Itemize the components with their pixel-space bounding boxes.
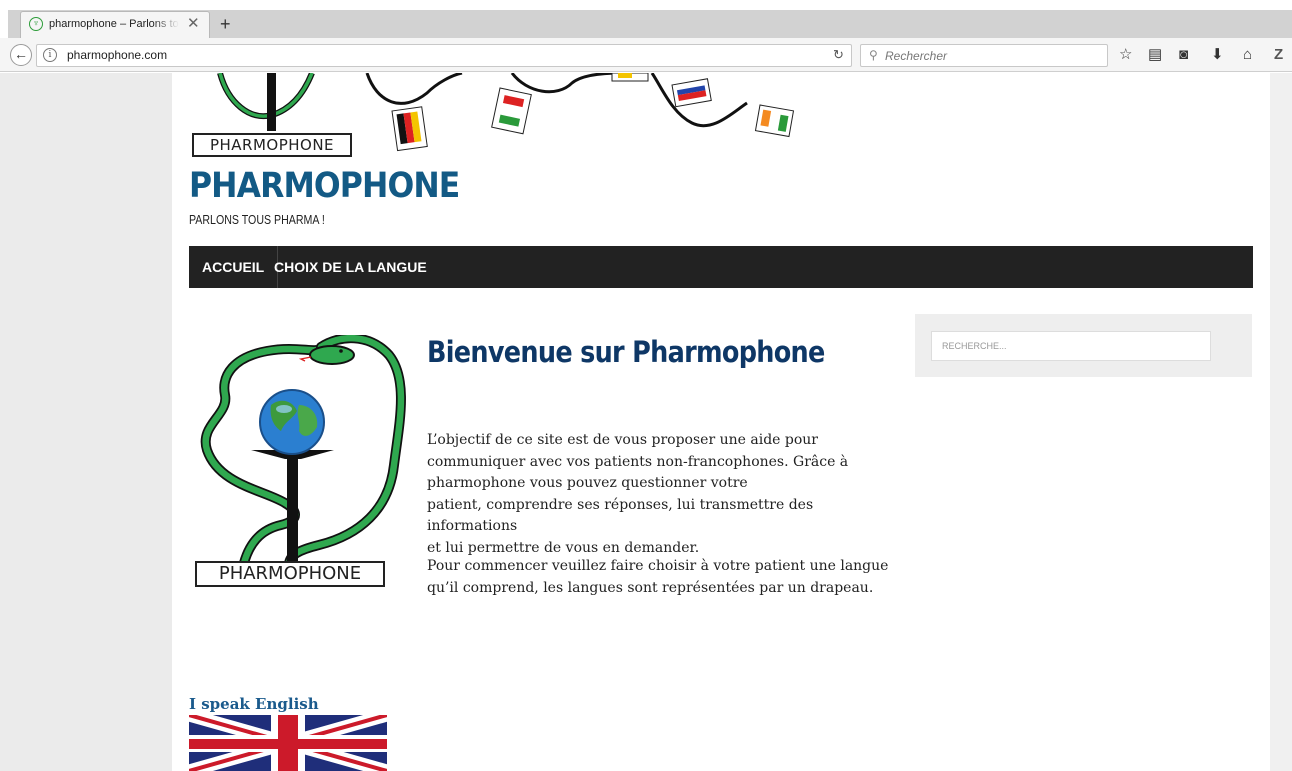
instruction-line: qu’il comprend, les langues sont représe… <box>427 579 874 596</box>
main-navigation: ACCUEIL CHOIX DE LA LANGUE <box>189 246 1253 288</box>
reload-icon[interactable]: ↻ <box>833 47 844 63</box>
header-logo-label[interactable]: PHARMOPHONE <box>192 133 352 157</box>
pharmophone-logo: PHARMOPHONE <box>189 333 414 599</box>
russian-flag-icon <box>671 78 712 108</box>
menu-item-choix-langue[interactable]: CHOIX DE LA LANGUE <box>261 246 440 288</box>
instruction-line: Pour commencer veuillez faire choisir à … <box>427 558 889 574</box>
logo-caption: PHARMOPHONE <box>195 561 385 587</box>
colombian-flag-icon <box>611 73 649 82</box>
browser-search-input[interactable] <box>885 47 1100 65</box>
info-icon[interactable]: i <box>43 48 57 62</box>
instruction-paragraph: Pour commencer veuillez faire choisir à … <box>427 556 897 599</box>
address-bar[interactable]: i pharmophone.com ↻ <box>36 44 852 67</box>
intro-line: pharmophone vous pouvez questionner votr… <box>427 475 748 491</box>
magnifier-icon: ⚲ <box>869 48 878 62</box>
site-title[interactable]: PHARMOPHONE <box>189 166 460 206</box>
url-text[interactable]: pharmophone.com <box>67 48 167 62</box>
intro-line: communiquer avec vos patients non-franco… <box>427 453 849 470</box>
zotero-icon[interactable]: Z <box>1274 46 1283 64</box>
intro-line: patient, comprendre ses réponses, lui tr… <box>427 496 814 535</box>
portuguese-flag-icon <box>491 87 532 135</box>
browser-navigation-bar: ← i pharmophone.com ↻ ⚲ ☆ ▤ ◙ ⬇ ⌂ Z <box>0 38 1292 72</box>
irish-flag-icon <box>754 104 795 138</box>
page-title: Bienvenue sur Pharmophone <box>427 335 825 369</box>
download-icon[interactable]: ⬇ <box>1211 46 1224 64</box>
page-viewport: PHARMOPHONE PHARMOPHONE PARLONS TOUS PHA… <box>0 73 1292 771</box>
snake-globe-logo-icon <box>200 333 406 570</box>
site-tagline: PARLONS TOUS PHARMA ! <box>189 213 325 227</box>
browser-search-bar[interactable]: ⚲ <box>860 44 1108 67</box>
pocket-icon[interactable]: ◙ <box>1179 46 1188 64</box>
back-arrow-icon[interactable]: ← <box>10 44 32 66</box>
uk-flag-icon[interactable] <box>189 715 387 771</box>
german-flag-icon <box>391 106 428 152</box>
tab-title: pharmophone – Parlons tous pharma ! <box>49 18 179 30</box>
close-tab-icon[interactable]: ✕ <box>187 15 200 33</box>
site-favicon-icon: ♆ <box>29 17 43 31</box>
page-container: PHARMOPHONE PHARMOPHONE PARLONS TOUS PHA… <box>172 73 1270 771</box>
intro-paragraph: L’objectif de ce site est de vous propos… <box>427 430 897 559</box>
home-icon[interactable]: ⌂ <box>1243 46 1252 64</box>
intro-line: L’objectif de ce site est de vous propos… <box>427 432 818 448</box>
reading-list-icon[interactable]: ▤ <box>1148 46 1162 64</box>
new-tab-button[interactable]: + <box>220 13 231 35</box>
page-scrollbar[interactable] <box>1270 73 1292 771</box>
sidebar-search-widget <box>915 314 1252 377</box>
sidebar-search-input[interactable] <box>931 331 1211 361</box>
browser-tab-bar: ♆ pharmophone – Parlons tous pharma ! ✕ … <box>0 0 1292 38</box>
bookmark-star-icon[interactable]: ☆ <box>1119 46 1132 64</box>
browser-tab[interactable]: ♆ pharmophone – Parlons tous pharma ! ✕ <box>20 11 210 38</box>
language-english-label[interactable]: I speak English <box>189 695 319 713</box>
